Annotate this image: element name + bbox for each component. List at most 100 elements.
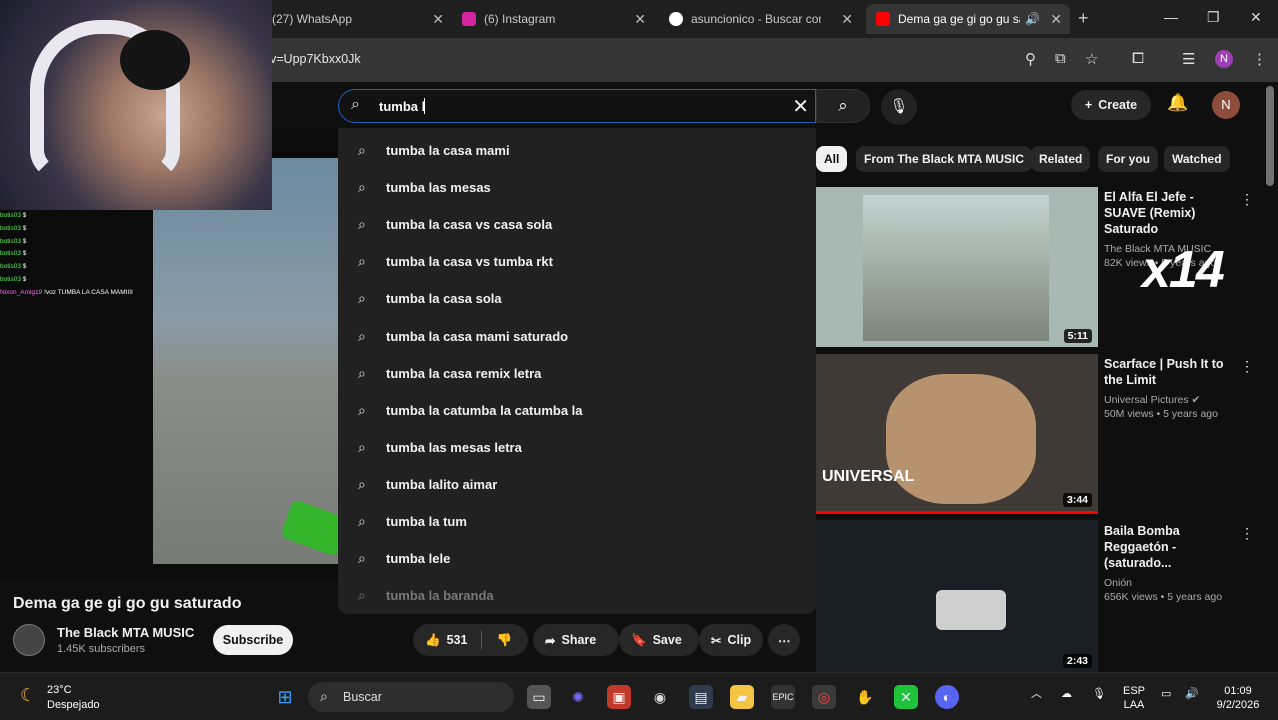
suggestion-item[interactable]: ⌕ tumba la casa mami saturado [338, 318, 816, 355]
save-button[interactable]: 🔖 Save [619, 624, 699, 656]
suggestion-text: tumba la casa mami saturado [386, 329, 569, 344]
task-view-icon[interactable]: ▭ [527, 685, 551, 709]
suggestion-text: tumba las mesas letra [386, 440, 522, 455]
speaker-icon[interactable]: 🔊 [1025, 12, 1040, 26]
suggestion-item[interactable]: ⌕ tumba la casa sola [338, 280, 816, 317]
search-icon: ⌕ [358, 587, 366, 603]
media-control-icon[interactable]: ☰ [1182, 50, 1195, 68]
thumbs-up-icon[interactable]: 👍 [425, 633, 441, 648]
app-icon[interactable]: ✋ [853, 685, 877, 709]
related-title: El Alfa El Jefe - SUAVE (Remix) Saturado [1104, 190, 1196, 236]
related-info[interactable]: Baila Bomba Reggaetón - (saturado... Oni… [1104, 523, 1234, 603]
like-count[interactable]: 531 [447, 633, 468, 647]
page-scrollbar[interactable] [1266, 86, 1274, 186]
create-button[interactable]: + Create [1071, 90, 1151, 120]
chevron-up-icon[interactable]: ︿ [1031, 687, 1042, 701]
chip-watched[interactable]: Watched [1164, 146, 1230, 172]
close-icon[interactable]: ✕ [634, 11, 646, 28]
url-field[interactable]: v=Upp7Kbxx0Jk [270, 52, 361, 66]
thumbnail-image [936, 590, 1006, 630]
tab-instagram[interactable]: (6) Instagram ✕ [452, 4, 654, 34]
youtube-icon [876, 12, 890, 26]
search-icon: ⌕ [358, 513, 366, 529]
notifications-bell-icon[interactable]: 🔔 [1167, 93, 1188, 113]
video-menu-icon[interactable]: ⋮ [1240, 358, 1254, 375]
voice-search-button[interactable]: 🎙 [881, 89, 917, 125]
close-icon[interactable]: ✕ [841, 11, 853, 28]
volume-icon[interactable]: 🔊 [1185, 687, 1199, 701]
suggestion-item[interactable]: ⌕ tumba la catumba la catumba la [338, 392, 816, 429]
suggestion-item[interactable]: ⌕ tumba las mesas letra [338, 429, 816, 466]
bookmark-icon: 🔖 [631, 632, 647, 647]
chip-related[interactable]: Related [1031, 146, 1091, 172]
moon-weather-icon[interactable]: ☾ [20, 685, 36, 706]
clear-search-icon[interactable]: ✕ [792, 94, 809, 119]
weather-temperature[interactable]: 23°C [47, 684, 72, 696]
suggestion-item[interactable]: ⌕ tumba las mesas [338, 169, 816, 206]
zoom-icon[interactable]: ⚲ [1025, 50, 1036, 68]
chat-user: botis03 [0, 275, 21, 283]
app-icon[interactable]: ✕ [894, 685, 918, 709]
related-thumbnail[interactable]: 2:43 [816, 520, 1098, 672]
browser-profile-avatar[interactable]: N [1215, 50, 1233, 68]
close-window-button[interactable]: ✕ [1250, 9, 1262, 26]
taskbar-search[interactable]: ⌕ Buscar [308, 682, 514, 712]
suggestion-item[interactable]: ⌕ tumba lele [338, 540, 816, 577]
app-icon[interactable]: ✺ [566, 685, 590, 709]
suggestion-item[interactable]: ⌕ tumba la tum [338, 503, 816, 540]
chip-all[interactable]: All [816, 146, 848, 172]
extensions-icon[interactable]: ⧠ [1132, 50, 1144, 67]
tab-youtube[interactable]: Dema ga ge gi go gu sat 🔊 ✕ [866, 4, 1070, 34]
related-thumbnail[interactable]: 5:11 [816, 187, 1098, 347]
suggestion-item[interactable]: ⌕ tumba la casa mami [338, 132, 816, 169]
weather-description[interactable]: Despejado [47, 699, 100, 711]
account-avatar[interactable]: N [1212, 91, 1240, 119]
install-icon[interactable]: ⧉ [1055, 50, 1066, 67]
file-explorer-icon[interactable]: ▰ [730, 685, 754, 709]
suggestion-item[interactable]: ⌕ tumba lalito aimar [338, 466, 816, 503]
suggestion-item[interactable]: ⌕ tumba la casa vs tumba rkt [338, 243, 816, 280]
more-actions-button[interactable]: ⋯ [768, 624, 800, 656]
minimize-button[interactable]: — [1164, 9, 1178, 25]
tab-whatsapp[interactable]: (27) WhatsApp ✕ [262, 4, 452, 34]
microphone-icon[interactable]: 🎙 [1092, 687, 1106, 701]
suggestion-item[interactable]: ⌕ tumba la casa remix letra [338, 355, 816, 392]
related-title: Scarface | Push It to the Limit [1104, 357, 1224, 387]
suggestion-text: tumba lalito aimar [386, 477, 498, 492]
related-thumbnail[interactable]: UNIVERSAL 3:44 [816, 354, 1098, 514]
windows-start-icon[interactable]: ⊞ [273, 685, 297, 709]
search-input[interactable]: ⌕ tumba l ✕ [338, 89, 816, 123]
video-menu-icon[interactable]: ⋮ [1240, 525, 1254, 542]
new-tab-button[interactable]: + [1078, 8, 1089, 29]
suggestion-item[interactable]: ⌕ tumba la baranda [338, 577, 816, 614]
app-icon[interactable]: ▤ [689, 685, 713, 709]
related-info[interactable]: Scarface | Push It to the Limit Universa… [1104, 356, 1234, 420]
channel-avatar[interactable] [13, 624, 45, 656]
app-icon[interactable]: ▣ [607, 685, 631, 709]
share-button[interactable]: ➦ Share [533, 624, 619, 656]
restore-button[interactable]: ❐ [1207, 9, 1220, 26]
network-icon[interactable]: ▭ [1161, 687, 1171, 701]
discord-icon[interactable]: ◐ [935, 685, 959, 709]
suggestion-item[interactable]: ⌕ tumba la casa vs casa sola [338, 206, 816, 243]
chip-for-you[interactable]: For you [1098, 146, 1158, 172]
epic-games-icon[interactable]: EPIC [771, 685, 795, 709]
channel-name[interactable]: The Black MTA MUSIC [57, 625, 194, 640]
bookmark-star-icon[interactable]: ☆ [1085, 50, 1098, 68]
language-indicator[interactable]: ESP LAA [1121, 684, 1147, 712]
chip-from-channel[interactable]: From The Black MTA MUSIC [856, 146, 1033, 172]
chrome-icon[interactable]: ◎ [812, 685, 836, 709]
browser-menu-icon[interactable]: ⋮ [1252, 50, 1267, 68]
thumbs-down-icon[interactable]: 👎 [496, 633, 512, 648]
steam-icon[interactable]: ◉ [648, 685, 672, 709]
video-menu-icon[interactable]: ⋮ [1240, 191, 1254, 208]
clip-button[interactable]: ✂ Clip [699, 624, 763, 656]
close-icon[interactable]: ✕ [432, 11, 444, 28]
tab-google[interactable]: asuncionico - Buscar con Go ✕ [659, 4, 861, 34]
search-button[interactable]: ⌕ [816, 89, 870, 123]
search-icon: ⌕ [358, 365, 366, 381]
subscribe-button[interactable]: Subscribe [213, 625, 293, 655]
clock[interactable]: 01:09 9/2/2026 [1212, 684, 1264, 712]
tray-icon[interactable]: ☁ [1061, 687, 1072, 701]
close-icon[interactable]: ✕ [1050, 11, 1062, 28]
